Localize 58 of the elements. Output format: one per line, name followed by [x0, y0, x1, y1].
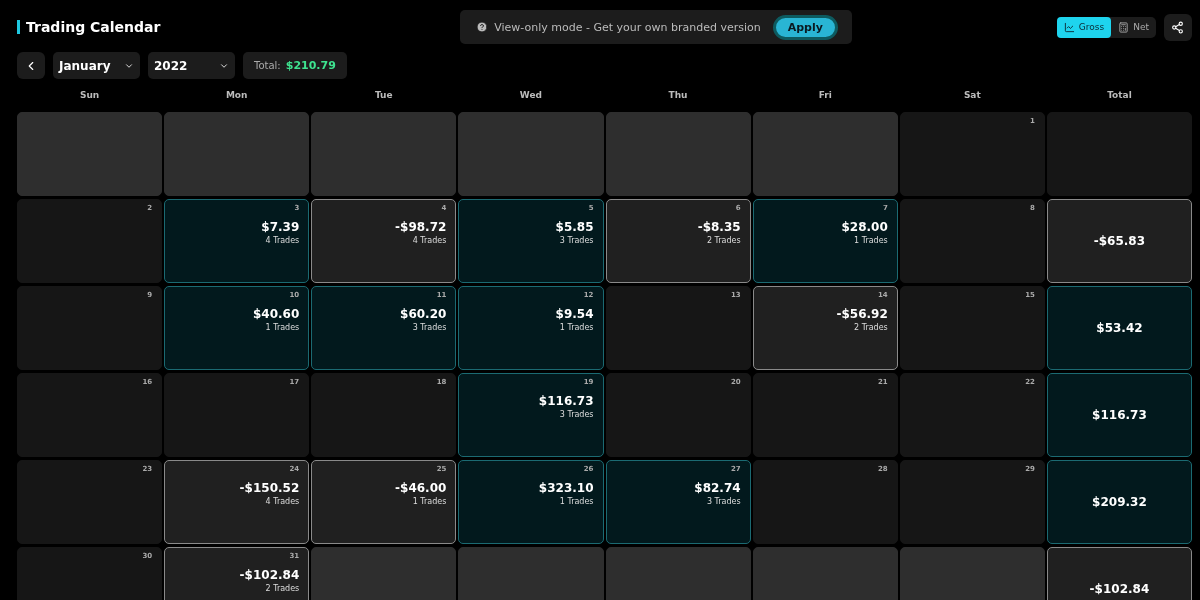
day-pnl: -$102.84 [239, 568, 300, 582]
share-icon [1171, 20, 1185, 34]
day-pnl: -$98.72 [395, 220, 447, 234]
weekday-header: Total [1107, 90, 1132, 100]
day-pnl: $116.73 [538, 394, 594, 408]
weekday-header: Thu [668, 90, 688, 100]
trade-count: 4 Trades [265, 236, 300, 245]
day-pnl: $323.10 [538, 481, 594, 495]
month-select[interactable]: January [53, 52, 140, 79]
day-pnl: -$56.92 [836, 307, 888, 321]
day-pnl: -$8.35 [697, 220, 741, 234]
trade-count: 4 Trades [412, 236, 447, 245]
trade-count: 3 Trades [412, 323, 447, 332]
trade-count: 3 Trades [559, 410, 594, 419]
view-toggle-button[interactable]: Net [1111, 16, 1156, 38]
week-total: -$65.83 [1093, 234, 1146, 248]
year-select[interactable]: 2022 [148, 52, 235, 79]
week-total: $53.42 [1096, 321, 1143, 335]
day-pnl: $28.00 [841, 220, 888, 234]
weekday-header: Sat [963, 90, 981, 100]
trade-count: 3 Trades [559, 236, 594, 245]
weekday-header: Fri [818, 90, 832, 100]
weekday-header: Tue [374, 90, 393, 100]
day-pnl: -$46.00 [395, 481, 447, 495]
help-icon [476, 21, 489, 33]
trade-count: 3 Trades [706, 497, 741, 506]
week-total: $116.73 [1092, 408, 1147, 422]
calculator-icon [1118, 21, 1130, 33]
total-value: $210.79 [285, 59, 336, 72]
weekday-header: Mon [225, 90, 248, 100]
day-pnl: -$150.52 [239, 481, 300, 495]
day-pnl: $5.85 [555, 220, 594, 234]
weekday-header: Wed [519, 90, 542, 100]
trade-count: 1 Trades [412, 497, 447, 506]
week-total: $209.32 [1092, 495, 1147, 509]
week-total: -$102.84 [1089, 582, 1150, 596]
trade-count: 1 Trades [854, 236, 888, 245]
trade-count: 2 Trades [854, 323, 888, 332]
trade-count: 2 Trades [706, 236, 741, 245]
apply-button[interactable]: Apply [772, 14, 838, 40]
trade-count: 2 Trades [265, 584, 300, 593]
trade-count: 1 Trades [559, 497, 594, 506]
day-pnl: $60.20 [400, 307, 447, 321]
view-toggle-button[interactable]: Gross [1056, 16, 1112, 38]
day-pnl: $40.60 [252, 307, 300, 321]
day-pnl: $9.54 [555, 307, 594, 321]
line-chart-icon [1063, 21, 1075, 33]
trade-count: 1 Trades [559, 323, 594, 332]
page-title: Trading Calendar [17, 20, 161, 34]
trade-count: 4 Trades [265, 497, 300, 506]
trade-count: 1 Trades [265, 323, 300, 332]
day-pnl: $82.74 [694, 481, 741, 495]
total-label: Total: [254, 60, 281, 71]
previous-month-button[interactable] [17, 52, 45, 79]
weekday-header: Sun [79, 90, 100, 100]
banner-text: View-only mode - Get your own branded version [494, 20, 761, 34]
share-button[interactable] [1164, 13, 1192, 41]
day-pnl: $7.39 [261, 220, 300, 234]
